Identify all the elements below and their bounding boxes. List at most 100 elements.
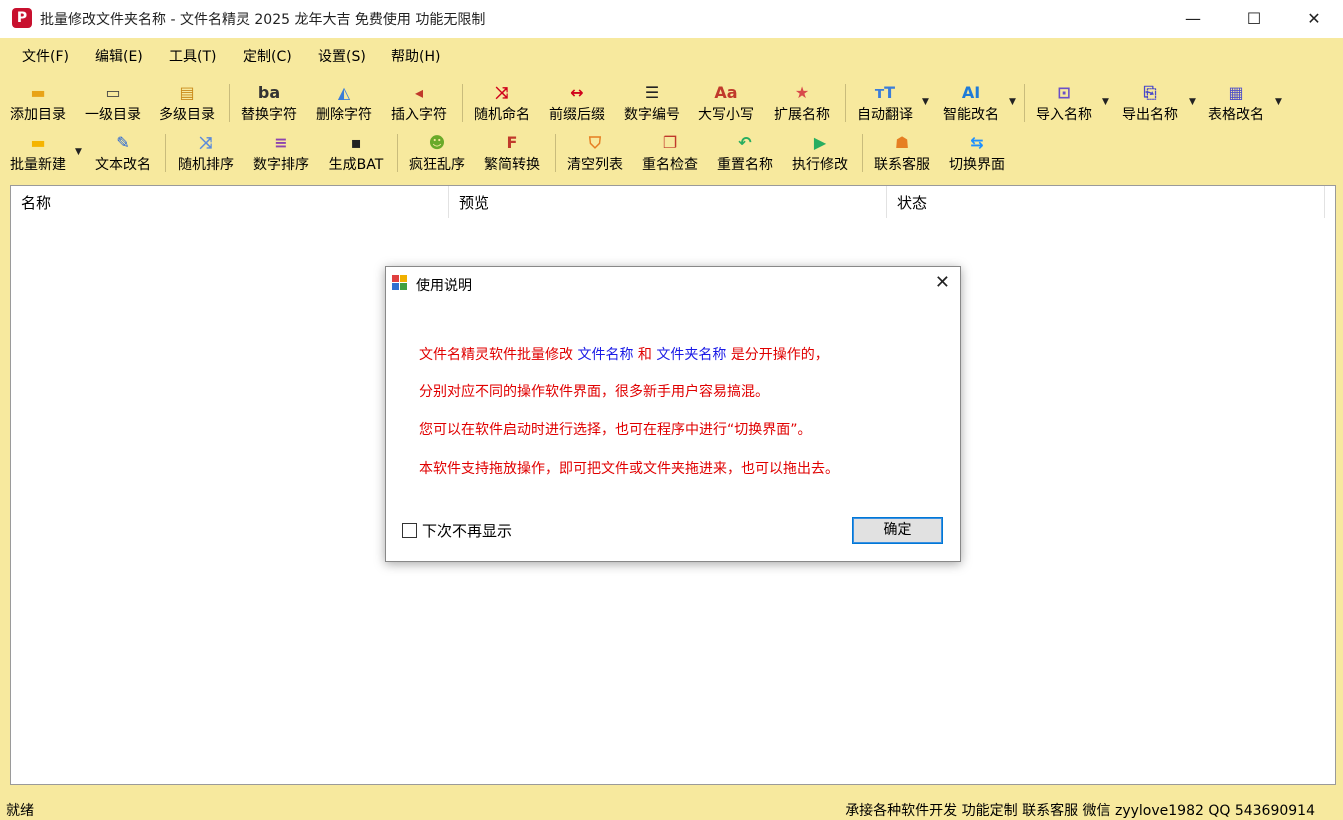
execute-rename-button[interactable]: ▶ 执行修改 bbox=[788, 130, 852, 178]
dialog-line-4: 本软件支持拖放操作，即可把文件或文件夹拖进来，也可以拖出去。 bbox=[419, 461, 839, 477]
text-rename-button[interactable]: ✎ 文本改名 bbox=[91, 130, 155, 178]
random-name-label: 随机命名 bbox=[474, 107, 530, 123]
menu-settings[interactable]: 设置(S) bbox=[318, 46, 366, 66]
toolbar-row-2: ▬ 批量新建 ▼ ✎ 文本改名 ⤨ 随机排序 ≡ 数字排序 ▪ 生成BAT ☻ … bbox=[0, 130, 1343, 178]
maximize-button[interactable]: ☐ bbox=[1224, 0, 1284, 38]
table-rename-button[interactable]: ▦ 表格改名 bbox=[1204, 80, 1268, 128]
title-bar: P 批量修改文件夹名称 - 文件名精灵 2025 龙年大吉 免费使用 功能无限制… bbox=[0, 0, 1343, 38]
upper-lower-case-button[interactable]: Aa 大写小写 bbox=[694, 80, 758, 128]
extension-name-label: 扩展名称 bbox=[774, 107, 830, 123]
window-title: 批量修改文件夹名称 - 文件名精灵 2025 龙年大吉 免费使用 功能无限制 bbox=[40, 12, 486, 28]
status-ready-text: 就绪 bbox=[6, 803, 34, 819]
auto-translate-label: 自动翻译 bbox=[857, 107, 913, 123]
contact-support-button[interactable]: ☗ 联系客服 bbox=[870, 130, 934, 178]
number-sort-button[interactable]: ≡ 数字排序 bbox=[249, 130, 313, 178]
random-sort-button[interactable]: ⤨ 随机排序 bbox=[174, 130, 238, 178]
window-icon: ▭ bbox=[105, 83, 121, 102]
batch-create-label: 批量新建 bbox=[10, 157, 66, 173]
delete-chars-label: 删除字符 bbox=[316, 107, 372, 123]
batch-create-dropdown-icon[interactable]: ▼ bbox=[75, 147, 82, 157]
generate-bat-button[interactable]: ▪ 生成BAT bbox=[324, 130, 388, 178]
trad-simp-convert-button[interactable]: F 繁简转换 bbox=[480, 130, 544, 178]
auto-translate-dropdown-icon[interactable]: ▼ bbox=[922, 97, 929, 107]
edit-icon: ✎ bbox=[116, 133, 130, 152]
dont-show-again-checkbox[interactable] bbox=[402, 523, 417, 538]
dialog-title: 使用说明 bbox=[416, 278, 472, 294]
app-logo-icon: P bbox=[12, 8, 32, 28]
switch-interface-button[interactable]: ⇆ 切换界面 bbox=[945, 130, 1009, 178]
column-header-preview[interactable]: 预览 bbox=[449, 186, 887, 218]
column-header-name[interactable]: 名称 bbox=[11, 186, 449, 218]
support-icon: ☗ bbox=[894, 133, 910, 152]
table-icon: ▦ bbox=[1228, 83, 1244, 102]
level-one-directory-button[interactable]: ▭ 一级目录 bbox=[81, 80, 145, 128]
dont-show-again-label[interactable]: 下次不再显示 bbox=[422, 520, 512, 541]
clear-list-button[interactable]: ⛉ 清空列表 bbox=[563, 130, 627, 178]
number-sequence-label: 数字编号 bbox=[624, 107, 680, 123]
reset-names-button[interactable]: ↶ 重置名称 bbox=[713, 130, 777, 178]
auto-translate-button[interactable]: тT 自动翻译 bbox=[853, 80, 917, 128]
add-directory-button[interactable]: ▬ 添加目录 bbox=[6, 80, 70, 128]
copy-icon: ❐ bbox=[662, 133, 678, 152]
dialog-line-3: 您可以在软件启动时进行选择，也可在程序中进行“切换界面”。 bbox=[419, 422, 812, 438]
text-rename-label: 文本改名 bbox=[95, 157, 151, 173]
import-names-button[interactable]: ⊡ 导入名称 bbox=[1032, 80, 1096, 128]
toolbar-separator bbox=[555, 134, 556, 172]
insert-chars-button[interactable]: ◂ 插入字符 bbox=[387, 80, 451, 128]
smart-rename-button[interactable]: AI 智能改名 bbox=[939, 80, 1003, 128]
dialog-line-1-part-1: 文件名精灵软件批量修改 bbox=[419, 347, 573, 363]
generate-bat-label: 生成BAT bbox=[328, 157, 384, 173]
multi-level-directory-button[interactable]: ▤ 多级目录 bbox=[155, 80, 219, 128]
smart-rename-dropdown-icon[interactable]: ▼ bbox=[1009, 97, 1016, 107]
export-names-button[interactable]: ⎘ 导出名称 bbox=[1118, 80, 1182, 128]
level-one-directory-label: 一级目录 bbox=[85, 107, 141, 123]
star-icon: ★ bbox=[794, 83, 810, 102]
duplicate-check-button[interactable]: ❐ 重名检查 bbox=[638, 130, 702, 178]
folder-add-icon: ▬ bbox=[30, 83, 46, 102]
dialog-close-icon[interactable]: ✕ bbox=[935, 272, 950, 293]
menu-tools[interactable]: 工具(T) bbox=[169, 46, 216, 66]
import-icon: ⊡ bbox=[1057, 83, 1071, 102]
translate-icon: тT bbox=[874, 83, 896, 102]
dialog-line-1: 文件名精灵软件批量修改 文件名称 和 文件夹名称 是分开操作的， bbox=[419, 344, 829, 364]
toolbar-separator bbox=[229, 84, 230, 122]
ok-button[interactable]: 确定 bbox=[852, 517, 943, 544]
delete-chars-button[interactable]: ◭ 删除字符 bbox=[312, 80, 376, 128]
menu-file[interactable]: 文件(F) bbox=[22, 46, 69, 66]
replace-chars-button[interactable]: ba 替换字符 bbox=[237, 80, 301, 128]
number-sequence-button[interactable]: ☰ 数字编号 bbox=[620, 80, 684, 128]
terminal-icon: ▪ bbox=[350, 133, 362, 152]
random-name-button[interactable]: ⤨ 随机命名 bbox=[470, 80, 534, 128]
crazy-shuffle-button[interactable]: ☻ 疯狂乱序 bbox=[405, 130, 469, 178]
menu-customize[interactable]: 定制(C) bbox=[243, 46, 292, 66]
switch-interface-label: 切换界面 bbox=[949, 157, 1005, 173]
export-icon: ⎘ bbox=[1143, 83, 1157, 102]
dialog-app-icon bbox=[392, 275, 407, 290]
import-names-dropdown-icon[interactable]: ▼ bbox=[1102, 97, 1109, 107]
toolbar-separator bbox=[1024, 84, 1025, 122]
close-window-button[interactable]: ✕ bbox=[1284, 0, 1343, 38]
toolbar-separator bbox=[397, 134, 398, 172]
add-directory-label: 添加目录 bbox=[10, 107, 66, 123]
dialog-line-1-folder-name: 文件夹名称 bbox=[656, 347, 727, 363]
frog-icon: ☻ bbox=[428, 133, 446, 152]
stack-icon: ▤ bbox=[179, 83, 195, 102]
export-names-dropdown-icon[interactable]: ▼ bbox=[1189, 97, 1196, 107]
menu-edit[interactable]: 编辑(E) bbox=[95, 46, 143, 66]
prefix-suffix-button[interactable]: ↔ 前缀后缀 bbox=[545, 80, 609, 128]
export-names-label: 导出名称 bbox=[1122, 107, 1178, 123]
table-rename-dropdown-icon[interactable]: ▼ bbox=[1275, 97, 1282, 107]
menu-help[interactable]: 帮助(H) bbox=[391, 46, 440, 66]
undo-icon: ↶ bbox=[738, 133, 752, 152]
contact-support-label: 联系客服 bbox=[874, 157, 930, 173]
batch-create-button[interactable]: ▬ 批量新建 bbox=[6, 130, 70, 178]
extension-name-button[interactable]: ★ 扩展名称 bbox=[770, 80, 834, 128]
switch-icon: ⇆ bbox=[970, 133, 984, 152]
column-header-status[interactable]: 状态 bbox=[887, 186, 1325, 218]
dialog-title-bar: 使用说明 ✕ bbox=[386, 267, 960, 299]
shuffle-icon: ⤨ bbox=[495, 83, 509, 102]
f-letter-icon: F bbox=[506, 133, 518, 152]
arrows-icon: ↔ bbox=[570, 83, 584, 102]
minimize-button[interactable]: — bbox=[1163, 0, 1223, 38]
ai-icon: AI bbox=[961, 83, 981, 102]
